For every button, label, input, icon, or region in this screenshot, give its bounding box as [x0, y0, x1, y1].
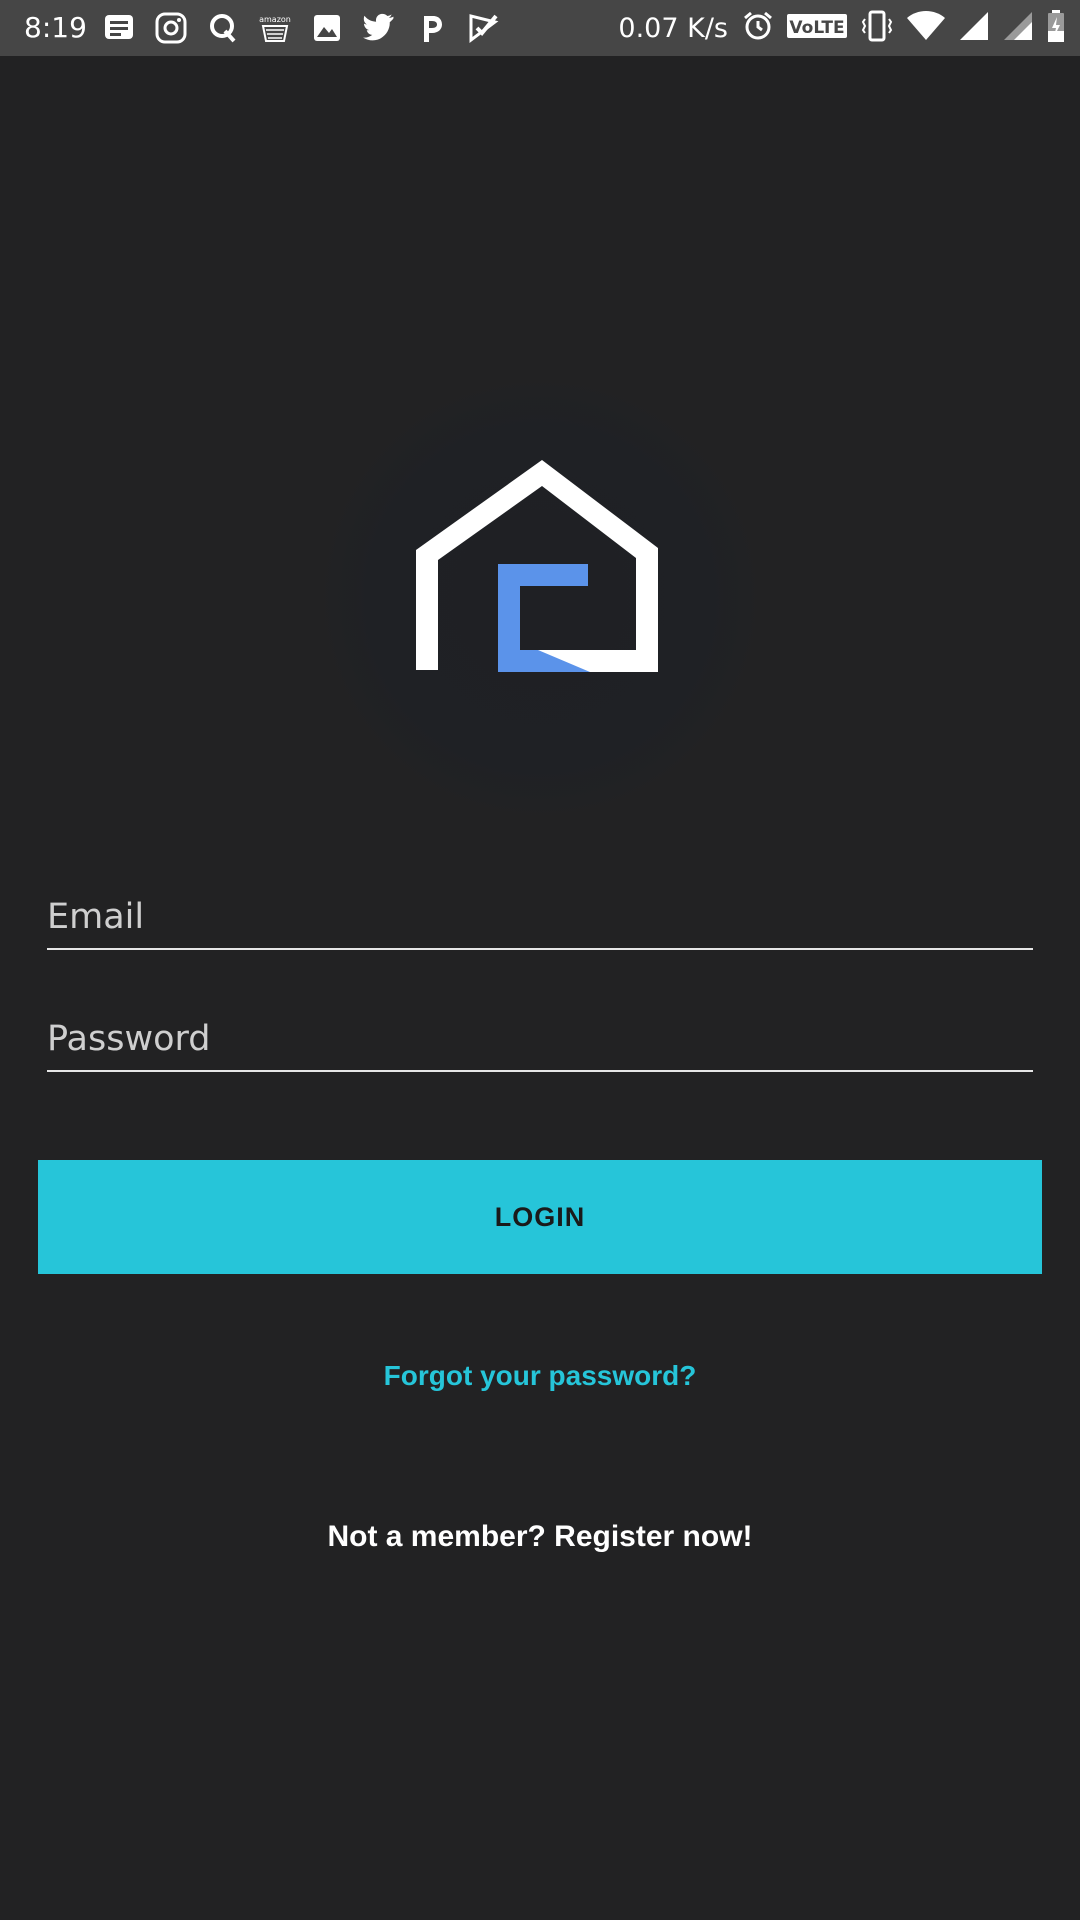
- tasks-icon: [462, 8, 504, 48]
- signal-icon-2: [1002, 10, 1034, 46]
- register-link[interactable]: Not a member? Register now!: [0, 1520, 1080, 1554]
- email-input[interactable]: [47, 880, 1033, 948]
- house-logo-icon: [416, 460, 658, 672]
- volte-label: VoLTE: [789, 18, 844, 38]
- amazon-label: amazon: [259, 15, 291, 24]
- forgot-password-link[interactable]: Forgot your password?: [0, 1360, 1080, 1392]
- instagram-icon: [150, 8, 192, 48]
- wifi-icon: [906, 10, 946, 46]
- vibrate-icon: [860, 9, 894, 47]
- status-time: 8:19: [24, 11, 87, 44]
- notification-icons: amazon: [98, 8, 504, 48]
- signal-icon: [958, 10, 990, 46]
- volte-icon: VoLTE: [786, 11, 848, 45]
- quora-icon: [202, 8, 244, 48]
- paytm-icon: [410, 8, 452, 48]
- email-field[interactable]: [47, 880, 1033, 950]
- system-icons: 0.07 K/s VoLTE: [618, 8, 1066, 48]
- status-bar: 8:19 amazon 0.07 K/s VoLTE: [0, 0, 1080, 56]
- password-field[interactable]: [47, 1002, 1033, 1072]
- gallery-icon: [306, 8, 348, 48]
- messages-icon: [98, 8, 140, 48]
- app-logo: [320, 378, 760, 818]
- login-button[interactable]: LOGIN: [38, 1160, 1042, 1274]
- twitter-icon: [358, 8, 400, 48]
- password-input[interactable]: [47, 1002, 1033, 1070]
- alarm-icon: [742, 10, 774, 46]
- network-speed: 0.07 K/s: [618, 12, 728, 44]
- battery-charging-icon: [1046, 9, 1066, 47]
- amazon-icon: amazon: [254, 8, 296, 48]
